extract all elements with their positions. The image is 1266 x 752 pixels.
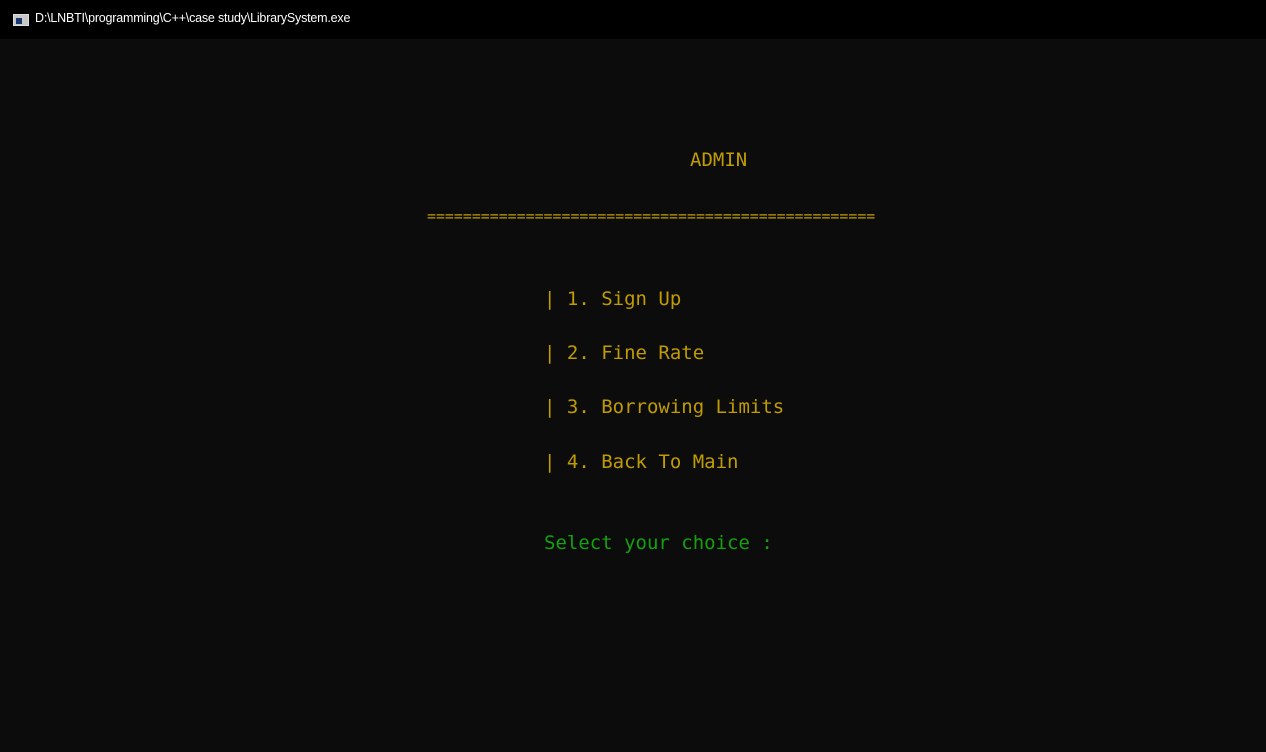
console-output[interactable]: ADMIN ==================================… [10, 39, 1256, 752]
menu-option-fine-rate: | 2. Fine Rate [544, 342, 705, 364]
menu-option-back-to-main: | 4. Back To Main [544, 451, 739, 473]
menu-heading: ADMIN [690, 149, 748, 171]
window-title: D:\LNBTI\programming\C++\case study\Libr… [35, 11, 351, 25]
title-bar[interactable]: D:\LNBTI\programming\C++\case study\Libr… [0, 0, 1266, 39]
console-app-icon[interactable] [13, 14, 29, 26]
console-app-icon-glyph [16, 18, 22, 24]
separator-line: ========================================… [427, 207, 876, 225]
menu-option-sign-up: | 1. Sign Up [544, 288, 682, 310]
choice-prompt-label: Select your choice : [544, 532, 785, 554]
menu-option-borrowing-limits: | 3. Borrowing Limits [544, 396, 785, 418]
choice-prompt[interactable]: Select your choice : [544, 531, 796, 555]
console-window: D:\LNBTI\programming\C++\case study\Libr… [0, 0, 1266, 752]
